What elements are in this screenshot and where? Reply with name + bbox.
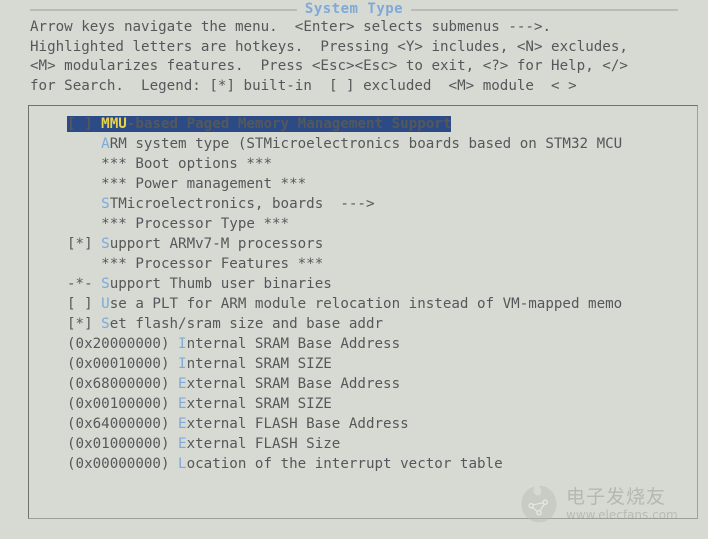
menu-item-support-thumb-user-binaries[interactable]: -*- Support Thumb user binaries (67, 274, 697, 294)
help-header-line: for Search. Legend: [*] built-in [ ] exc… (30, 77, 577, 94)
menu-item-set-flash-sram-size-and-base-addr[interactable]: [*] Set flash/sram size and base addr (67, 314, 697, 334)
menu-item-label: xternal FLASH Size (186, 436, 341, 452)
menu-item-location-of-the-interrupt-vector-table[interactable]: (0x00000000) Location of the interrupt v… (67, 454, 697, 474)
menu-item-hotkey: S (101, 196, 110, 212)
menu-item-prefix (67, 216, 101, 232)
menu-item-label: nternal SRAM Base Address (186, 336, 401, 352)
menu-item-hotkey: I (178, 336, 187, 352)
menu-item-prefix (67, 176, 101, 192)
menu-item-prefix: -*- (67, 276, 102, 292)
menu-item-label: ocation of the interrupt vector table (186, 456, 503, 472)
menu-separator-boot-options[interactable]: *** Boot options *** (67, 154, 697, 174)
menu-item-support-armv7m-processors[interactable]: [*] Support ARMv7-M processors (67, 234, 697, 254)
menu-item-label: *** Processor Features *** (101, 256, 324, 272)
menu-item-prefix: (0x20000000) (67, 336, 179, 352)
menu-item-label: *** Power management *** (101, 176, 307, 192)
menu-item-prefix: [*] (67, 236, 102, 252)
menu-item-external-sram-size[interactable]: (0x00100000) External SRAM SIZE (67, 394, 697, 414)
menu-item-hotkey: E (178, 416, 187, 432)
menu-item-prefix (67, 196, 101, 212)
help-header-line: <M> modularizes features. Press <Esc><Es… (30, 58, 628, 75)
help-header-line: Highlighted letters are hotkeys. Pressin… (30, 38, 628, 55)
menu-item-label: TMicroelectronics, boards ---> (109, 196, 375, 212)
help-header-line: Arrow keys navigate the menu. <Enter> se… (30, 19, 552, 35)
menu-item-label: se a PLT for ARM module relocation inste… (109, 296, 623, 312)
menu-item-external-flash-base-address[interactable]: (0x64000000) External FLASH Base Address (67, 414, 697, 434)
menu-item-prefix: (0x68000000) (67, 376, 179, 392)
menu-item-use-a-plt-for-arm-module-relocation[interactable]: [ ] Use a PLT for ARM module relocation … (67, 294, 697, 314)
menu-item-hotkey: S (101, 236, 110, 252)
menu-item-label: xternal FLASH Base Address (186, 416, 409, 432)
menu-item-label: et flash/sram size and base addr (109, 316, 384, 332)
menu-item-mmu-based-paged-memory-management-support[interactable]: [ ] MMU-based Paged Memory Management Su… (67, 114, 697, 134)
menu-item-hotkey: S (101, 276, 110, 292)
menu-separator-processor-features[interactable]: *** Processor Features *** (67, 254, 697, 274)
menu-panel: [ ] MMU-based Paged Memory Management Su… (28, 105, 698, 519)
menu-item-prefix: (0x00000000) (67, 456, 179, 472)
menu-item-label: xternal SRAM Base Address (186, 376, 401, 392)
menu-item-hotkey: MMU (101, 116, 127, 132)
menu-separator-processor-type[interactable]: *** Processor Type *** (67, 214, 697, 234)
menu-item-label: nternal SRAM SIZE (186, 356, 332, 372)
menu-item-internal-sram-size[interactable]: (0x00010000) Internal SRAM SIZE (67, 354, 697, 374)
menu-item-prefix: [ ] (67, 296, 102, 312)
help-header: Arrow keys navigate the menu. <Enter> se… (30, 18, 702, 96)
menu-item-hotkey: E (178, 396, 187, 412)
menu-item-label: upport Thumb user binaries (109, 276, 332, 292)
menu-item-hotkey: L (178, 456, 187, 472)
menu-item-hotkey: A (101, 136, 110, 152)
menu-item-stmicroelectronics-boards[interactable]: STMicroelectronics, boards ---> (67, 194, 697, 214)
menu-item-hotkey: E (178, 376, 187, 392)
menu-item-prefix (67, 256, 101, 272)
menu-item-label: xternal SRAM SIZE (186, 396, 332, 412)
menu-item-arm-system-type[interactable]: ARM system type (STMicroelectronics boar… (67, 134, 697, 154)
menu-item-hotkey: U (101, 296, 110, 312)
menu-item-hotkey: I (178, 356, 187, 372)
menu-item-prefix: [*] (67, 316, 102, 332)
menu-selection-highlight: [ ] MMU-based Paged Memory Management Su… (67, 116, 452, 132)
titlebar-rule-left (30, 8, 297, 11)
menu-item-prefix (67, 156, 101, 172)
menu-item-external-sram-base-address[interactable]: (0x68000000) External SRAM Base Address (67, 374, 697, 394)
menu-list[interactable]: [ ] MMU-based Paged Memory Management Su… (67, 114, 697, 474)
menu-item-hotkey: S (101, 316, 110, 332)
menu-separator-power-management[interactable]: *** Power management *** (67, 174, 697, 194)
menu-item-label: upport ARMv7-M processors (109, 236, 324, 252)
menu-item-hotkey: E (178, 436, 187, 452)
window-title: System Type (304, 0, 404, 17)
menu-item-prefix: [ ] (67, 116, 102, 132)
menu-item-prefix: (0x00010000) (67, 356, 179, 372)
menu-item-label: *** Boot options *** (101, 156, 273, 172)
menu-item-label: -based Paged Memory Management Support (126, 116, 452, 132)
menu-item-prefix: (0x01000000) (67, 436, 179, 452)
menu-item-prefix: (0x00100000) (67, 396, 179, 412)
menu-item-external-flash-size[interactable]: (0x01000000) External FLASH Size (67, 434, 697, 454)
menu-item-label: RM system type (STMicroelectronics board… (109, 136, 623, 152)
window-titlebar: System Type (0, 0, 708, 17)
titlebar-rule-right (411, 8, 678, 11)
menu-item-prefix: (0x64000000) (67, 416, 179, 432)
menu-item-internal-sram-base-address[interactable]: (0x20000000) Internal SRAM Base Address (67, 334, 697, 354)
menu-item-label: *** Processor Type *** (101, 216, 290, 232)
menu-item-prefix (67, 136, 101, 152)
